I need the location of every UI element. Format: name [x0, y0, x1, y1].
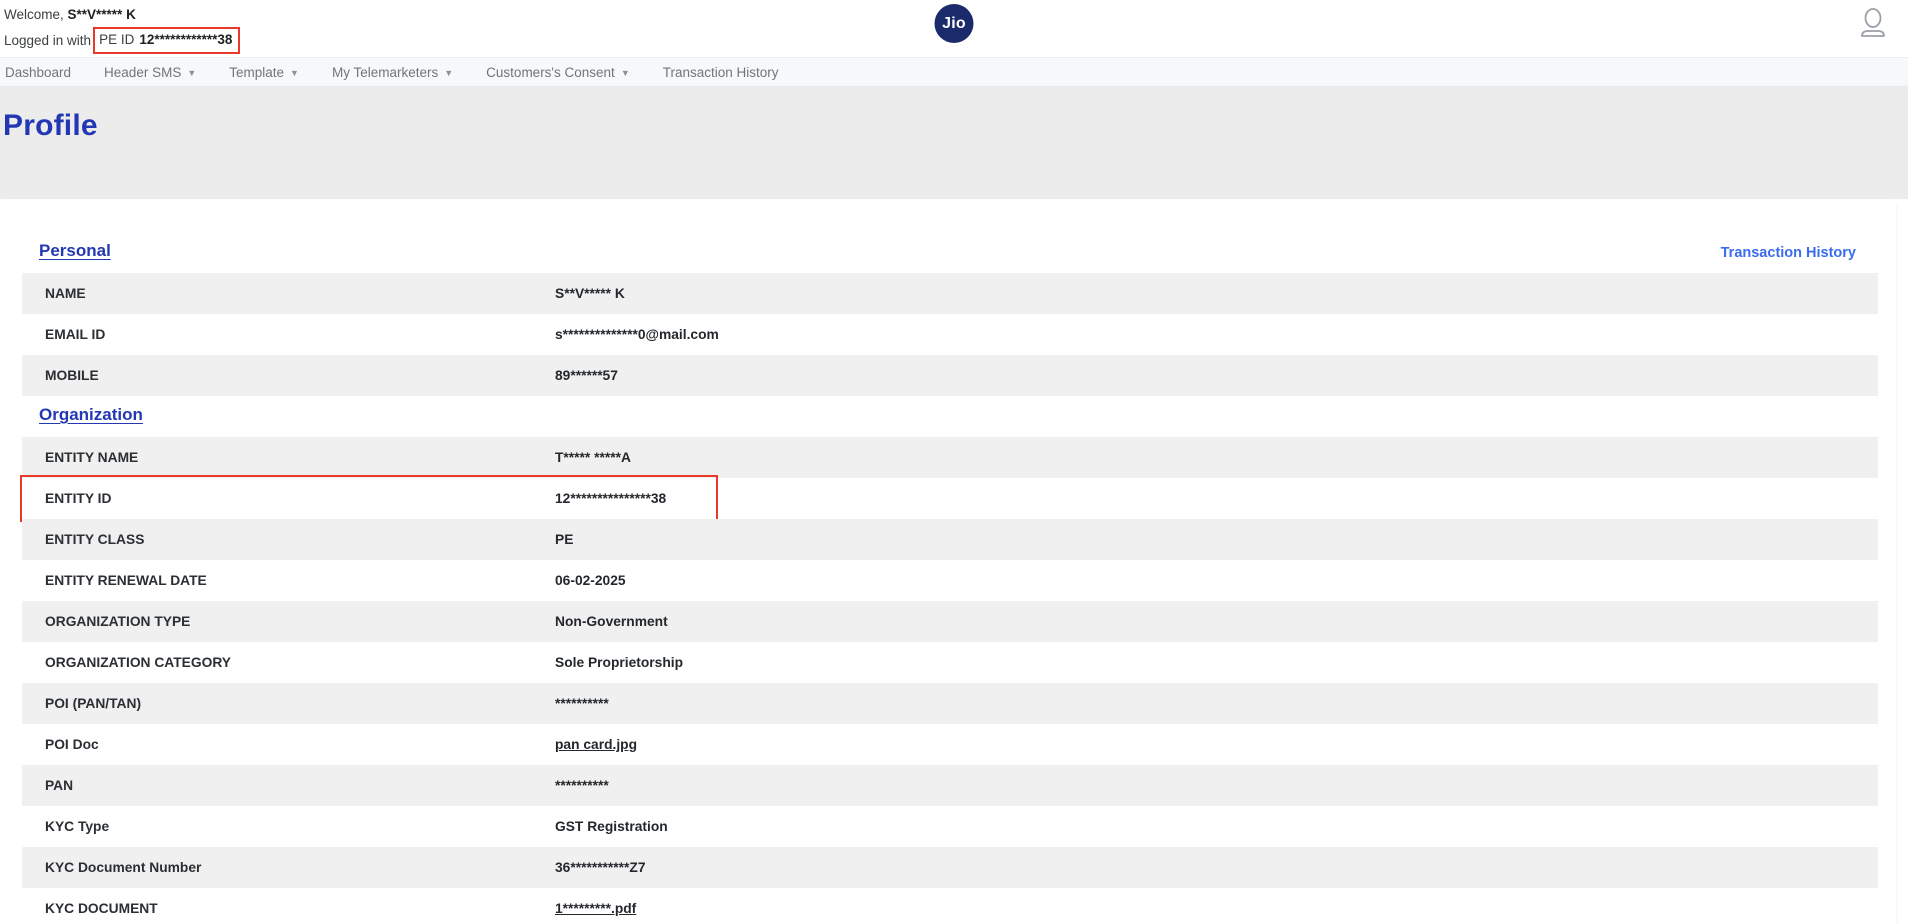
row-label: KYC Document Number: [45, 860, 202, 875]
main-nav: Dashboard Header SMS ▼ Template ▼ My Tel…: [0, 57, 1908, 87]
welcome-username: S**V***** K: [67, 7, 136, 22]
row-value: 89******57: [555, 368, 618, 383]
pe-id-label: PE ID: [99, 32, 135, 47]
user-icon[interactable]: [1860, 8, 1886, 38]
row-label: POI Doc: [45, 737, 99, 752]
table-row-entity-renewal-date: ENTITY RENEWAL DATE 06-02-2025: [22, 560, 1878, 601]
table-row-entity-id: ENTITY ID 12***************38: [20, 475, 1878, 522]
nav-item-template[interactable]: Template ▼: [229, 65, 299, 80]
row-label: ENTITY RENEWAL DATE: [45, 573, 207, 588]
row-label: MOBILE: [45, 368, 99, 383]
organization-rows: ENTITY NAME T***** *****A ENTITY ID 12**…: [20, 437, 1878, 924]
welcome-line: Welcome, S**V***** K: [4, 5, 240, 25]
table-row-entity-name: ENTITY NAME T***** *****A: [22, 437, 1878, 478]
row-label: PAN: [45, 778, 74, 793]
login-prefix: Logged in with: [4, 32, 92, 48]
row-value: GST Registration: [555, 819, 668, 834]
row-label: KYC Type: [45, 819, 110, 834]
row-label: ORGANIZATION TYPE: [45, 614, 191, 629]
pe-id-value: 12************38: [139, 32, 233, 47]
login-line: Logged in with PE ID 12************38: [4, 27, 241, 54]
jio-logo-text: Jio: [942, 14, 966, 32]
table-row-email: EMAIL ID s**************0@mail.com: [22, 314, 1878, 355]
row-value: s**************0@mail.com: [555, 327, 719, 342]
page-title: Profile: [3, 109, 98, 142]
section-organization: Organization: [0, 405, 1896, 437]
nav-item-transaction-history[interactable]: Transaction History: [663, 65, 779, 80]
row-label: NAME: [45, 286, 86, 301]
jio-logo: Jio: [934, 4, 974, 43]
chevron-down-icon: ▼: [290, 67, 299, 78]
row-value: **********: [555, 696, 609, 711]
row-value: 12***************38: [555, 491, 667, 506]
table-row-entity-class: ENTITY CLASS PE: [22, 519, 1878, 560]
nav-item-label: Transaction History: [662, 64, 779, 80]
table-row-kyc-type: KYC Type GST Registration: [22, 806, 1878, 847]
personal-rows: NAME S**V***** K EMAIL ID s*************…: [22, 273, 1878, 396]
pe-id-highlight-box: PE ID 12************38: [93, 27, 241, 54]
row-label: ENTITY ID: [45, 491, 112, 506]
section-personal: Personal: [0, 241, 1896, 273]
nav-item-label: Header SMS: [104, 64, 182, 80]
welcome-prefix: Welcome,: [4, 7, 68, 22]
nav-item-label: Template: [229, 64, 285, 80]
nav-item-label: My Telemarketers: [331, 64, 439, 80]
row-value: 06-02-2025: [555, 573, 626, 588]
section-heading-personal[interactable]: Personal: [39, 241, 111, 261]
row-value: Sole Proprietorship: [555, 655, 684, 670]
nav-item-my-telemarketers[interactable]: My Telemarketers ▼: [332, 65, 453, 80]
poi-doc-link[interactable]: pan card.jpg: [555, 737, 637, 752]
transaction-history-link[interactable]: Transaction History: [1721, 245, 1856, 261]
profile-card: Transaction History Personal NAME S**V**…: [0, 199, 1896, 924]
row-label: ENTITY NAME: [45, 450, 139, 465]
table-row-poi-doc: POI Doc pan card.jpg: [22, 724, 1878, 765]
kyc-document-link[interactable]: 1*********.pdf: [555, 901, 636, 916]
row-label: ENTITY CLASS: [45, 532, 145, 547]
row-value: PE: [555, 532, 574, 547]
nav-item-header-sms[interactable]: Header SMS ▼: [104, 65, 196, 80]
table-row-poi-pan-tan: POI (PAN/TAN) **********: [22, 683, 1878, 724]
title-band: Profile: [0, 87, 1908, 199]
table-row-pan: PAN **********: [22, 765, 1878, 806]
table-row-name: NAME S**V***** K: [22, 273, 1878, 314]
row-value: 36***********Z7: [555, 860, 646, 875]
nav-item-dashboard[interactable]: Dashboard: [5, 65, 71, 80]
table-row-mobile: MOBILE 89******57: [22, 355, 1878, 396]
row-value: T***** *****A: [555, 450, 631, 465]
table-row-kyc-document-number: KYC Document Number 36***********Z7: [22, 847, 1878, 888]
row-label: POI (PAN/TAN): [45, 696, 142, 711]
nav-item-label: Customers's Consent: [486, 64, 615, 80]
chevron-down-icon: ▼: [187, 67, 197, 78]
top-header: Welcome, S**V***** K Logged in with PE ID…: [0, 0, 1908, 57]
section-heading-organization[interactable]: Organization: [39, 405, 143, 425]
chevron-down-icon: ▼: [620, 67, 630, 78]
table-row-organization-category: ORGANIZATION CATEGORY Sole Proprietorshi…: [22, 642, 1878, 683]
nav-item-customers-consent[interactable]: Customers's Consent ▼: [486, 65, 630, 80]
row-value: **********: [555, 778, 609, 793]
row-label: KYC DOCUMENT: [45, 901, 158, 916]
nav-item-label: Dashboard: [5, 64, 72, 80]
row-value: S**V***** K: [555, 286, 625, 301]
row-value: Non-Government: [555, 614, 668, 629]
row-label: ORGANIZATION CATEGORY: [45, 655, 231, 670]
row-label: EMAIL ID: [45, 327, 106, 342]
chevron-down-icon: ▼: [444, 67, 454, 78]
welcome-block: Welcome, S**V***** K Logged in with PE ID…: [4, 5, 241, 54]
table-row-kyc-document: KYC DOCUMENT 1*********.pdf: [22, 888, 1878, 924]
table-row-organization-type: ORGANIZATION TYPE Non-Government: [22, 601, 1878, 642]
